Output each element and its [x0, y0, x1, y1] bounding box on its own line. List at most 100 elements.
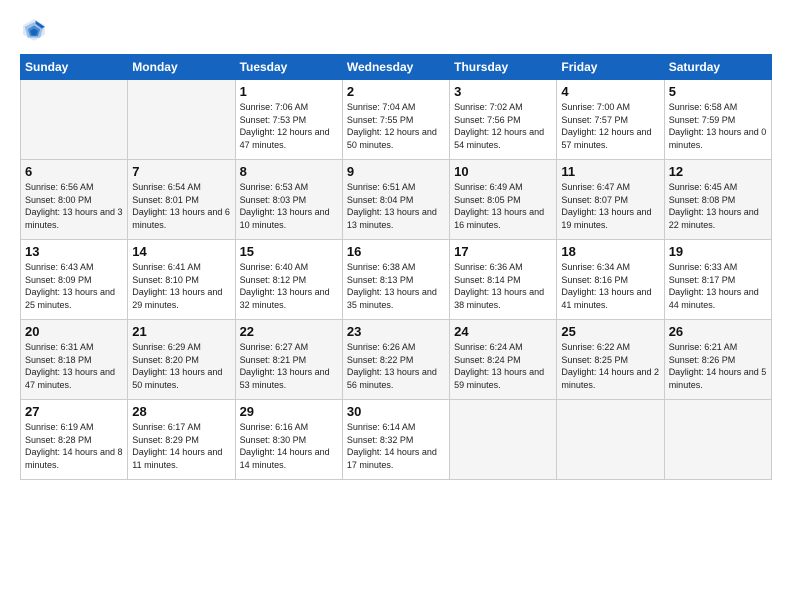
day-cell: 24Sunrise: 6:24 AM Sunset: 8:24 PM Dayli… [450, 320, 557, 400]
day-number: 30 [347, 404, 445, 419]
week-row-4: 20Sunrise: 6:31 AM Sunset: 8:18 PM Dayli… [21, 320, 772, 400]
day-info: Sunrise: 6:58 AM Sunset: 7:59 PM Dayligh… [669, 101, 767, 151]
day-info: Sunrise: 6:29 AM Sunset: 8:20 PM Dayligh… [132, 341, 230, 391]
header-row: SundayMondayTuesdayWednesdayThursdayFrid… [21, 55, 772, 80]
day-cell [21, 80, 128, 160]
day-info: Sunrise: 6:56 AM Sunset: 8:00 PM Dayligh… [25, 181, 123, 231]
header-cell-wednesday: Wednesday [342, 55, 449, 80]
day-number: 18 [561, 244, 659, 259]
day-number: 15 [240, 244, 338, 259]
day-cell: 2 Sunrise: 7:04 AM Sunset: 7:55 PM Daylig… [342, 80, 449, 160]
day-info: Sunrise: 7:06 AM Sunset: 7:53 PM Dayligh… [240, 101, 338, 151]
week-row-5: 27 Sunrise: 6:19 AM Sunset: 8:28 PM Dayli… [21, 400, 772, 480]
day-cell: 11 Sunrise: 6:47 AM Sunset: 8:07 PM Dayli… [557, 160, 664, 240]
day-number: 19 [669, 244, 767, 259]
day-cell: 7 Sunrise: 6:54 AM Sunset: 8:01 PM Daylig… [128, 160, 235, 240]
day-info: Sunrise: 6:54 AM Sunset: 8:01 PM Dayligh… [132, 181, 230, 231]
week-row-3: 13Sunrise: 6:43 AM Sunset: 8:09 PM Dayli… [21, 240, 772, 320]
day-info: Sunrise: 6:31 AM Sunset: 8:18 PM Dayligh… [25, 341, 123, 391]
header [20, 16, 772, 44]
day-cell: 13Sunrise: 6:43 AM Sunset: 8:09 PM Dayli… [21, 240, 128, 320]
page: SundayMondayTuesdayWednesdayThursdayFrid… [0, 0, 792, 612]
day-number: 22 [240, 324, 338, 339]
day-cell: 14 Sunrise: 6:41 AM Sunset: 8:10 PM Dayli… [128, 240, 235, 320]
day-number: 16 [347, 244, 445, 259]
day-number: 26 [669, 324, 767, 339]
day-cell: 4 Sunrise: 7:00 AM Sunset: 7:57 PM Daylig… [557, 80, 664, 160]
calendar-header: SundayMondayTuesdayWednesdayThursdayFrid… [21, 55, 772, 80]
day-info: Sunrise: 6:40 AM Sunset: 8:12 PM Dayligh… [240, 261, 338, 311]
day-cell: 26 Sunrise: 6:21 AM Sunset: 8:26 PM Dayli… [664, 320, 771, 400]
day-info: Sunrise: 6:17 AM Sunset: 8:29 PM Dayligh… [132, 421, 230, 471]
day-info: Sunrise: 6:22 AM Sunset: 8:25 PM Dayligh… [561, 341, 659, 391]
day-cell: 8 Sunrise: 6:53 AM Sunset: 8:03 PM Daylig… [235, 160, 342, 240]
day-number: 9 [347, 164, 445, 179]
day-cell: 9 Sunrise: 6:51 AM Sunset: 8:04 PM Daylig… [342, 160, 449, 240]
day-cell: 20Sunrise: 6:31 AM Sunset: 8:18 PM Dayli… [21, 320, 128, 400]
day-cell: 6 Sunrise: 6:56 AM Sunset: 8:00 PM Daylig… [21, 160, 128, 240]
day-number: 6 [25, 164, 123, 179]
day-cell: 27 Sunrise: 6:19 AM Sunset: 8:28 PM Dayli… [21, 400, 128, 480]
day-number: 7 [132, 164, 230, 179]
day-info: Sunrise: 6:21 AM Sunset: 8:26 PM Dayligh… [669, 341, 767, 391]
day-cell: 16 Sunrise: 6:38 AM Sunset: 8:13 PM Dayli… [342, 240, 449, 320]
day-info: Sunrise: 6:45 AM Sunset: 8:08 PM Dayligh… [669, 181, 767, 231]
calendar-body: 1 Sunrise: 7:06 AM Sunset: 7:53 PM Daylig… [21, 80, 772, 480]
day-info: Sunrise: 6:49 AM Sunset: 8:05 PM Dayligh… [454, 181, 552, 231]
header-cell-tuesday: Tuesday [235, 55, 342, 80]
day-number: 2 [347, 84, 445, 99]
header-cell-monday: Monday [128, 55, 235, 80]
day-number: 27 [25, 404, 123, 419]
day-number: 1 [240, 84, 338, 99]
day-cell: 15 Sunrise: 6:40 AM Sunset: 8:12 PM Dayli… [235, 240, 342, 320]
day-cell: 19 Sunrise: 6:33 AM Sunset: 8:17 PM Dayli… [664, 240, 771, 320]
day-info: Sunrise: 6:16 AM Sunset: 8:30 PM Dayligh… [240, 421, 338, 471]
day-info: Sunrise: 6:26 AM Sunset: 8:22 PM Dayligh… [347, 341, 445, 391]
day-number: 10 [454, 164, 552, 179]
header-cell-saturday: Saturday [664, 55, 771, 80]
day-cell: 25 Sunrise: 6:22 AM Sunset: 8:25 PM Dayli… [557, 320, 664, 400]
day-number: 11 [561, 164, 659, 179]
day-number: 14 [132, 244, 230, 259]
day-number: 25 [561, 324, 659, 339]
day-number: 13 [25, 244, 123, 259]
calendar-table: SundayMondayTuesdayWednesdayThursdayFrid… [20, 54, 772, 480]
day-cell: 21Sunrise: 6:29 AM Sunset: 8:20 PM Dayli… [128, 320, 235, 400]
day-number: 28 [132, 404, 230, 419]
day-info: Sunrise: 6:47 AM Sunset: 8:07 PM Dayligh… [561, 181, 659, 231]
header-cell-thursday: Thursday [450, 55, 557, 80]
day-cell: 18 Sunrise: 6:34 AM Sunset: 8:16 PM Dayli… [557, 240, 664, 320]
day-info: Sunrise: 6:53 AM Sunset: 8:03 PM Dayligh… [240, 181, 338, 231]
day-cell: 17 Sunrise: 6:36 AM Sunset: 8:14 PM Dayli… [450, 240, 557, 320]
day-info: Sunrise: 6:19 AM Sunset: 8:28 PM Dayligh… [25, 421, 123, 471]
day-number: 4 [561, 84, 659, 99]
day-info: Sunrise: 7:02 AM Sunset: 7:56 PM Dayligh… [454, 101, 552, 151]
day-info: Sunrise: 6:34 AM Sunset: 8:16 PM Dayligh… [561, 261, 659, 311]
day-cell: 30Sunrise: 6:14 AM Sunset: 8:32 PM Dayli… [342, 400, 449, 480]
day-number: 17 [454, 244, 552, 259]
day-cell: 12 Sunrise: 6:45 AM Sunset: 8:08 PM Dayli… [664, 160, 771, 240]
day-cell [450, 400, 557, 480]
day-number: 8 [240, 164, 338, 179]
day-info: Sunrise: 6:27 AM Sunset: 8:21 PM Dayligh… [240, 341, 338, 391]
day-cell [664, 400, 771, 480]
day-info: Sunrise: 6:51 AM Sunset: 8:04 PM Dayligh… [347, 181, 445, 231]
day-cell: 10 Sunrise: 6:49 AM Sunset: 8:05 PM Dayli… [450, 160, 557, 240]
day-info: Sunrise: 6:33 AM Sunset: 8:17 PM Dayligh… [669, 261, 767, 311]
day-info: Sunrise: 7:04 AM Sunset: 7:55 PM Dayligh… [347, 101, 445, 151]
day-number: 12 [669, 164, 767, 179]
week-row-1: 1 Sunrise: 7:06 AM Sunset: 7:53 PM Daylig… [21, 80, 772, 160]
day-number: 29 [240, 404, 338, 419]
day-info: Sunrise: 6:41 AM Sunset: 8:10 PM Dayligh… [132, 261, 230, 311]
day-info: Sunrise: 7:00 AM Sunset: 7:57 PM Dayligh… [561, 101, 659, 151]
day-cell: 5Sunrise: 6:58 AM Sunset: 7:59 PM Daylig… [664, 80, 771, 160]
week-row-2: 6 Sunrise: 6:56 AM Sunset: 8:00 PM Daylig… [21, 160, 772, 240]
day-cell: 28 Sunrise: 6:17 AM Sunset: 8:29 PM Dayli… [128, 400, 235, 480]
day-info: Sunrise: 6:36 AM Sunset: 8:14 PM Dayligh… [454, 261, 552, 311]
logo [20, 16, 52, 44]
day-info: Sunrise: 6:38 AM Sunset: 8:13 PM Dayligh… [347, 261, 445, 311]
day-cell: 23Sunrise: 6:26 AM Sunset: 8:22 PM Dayli… [342, 320, 449, 400]
header-cell-sunday: Sunday [21, 55, 128, 80]
day-cell: 1 Sunrise: 7:06 AM Sunset: 7:53 PM Daylig… [235, 80, 342, 160]
day-cell [128, 80, 235, 160]
